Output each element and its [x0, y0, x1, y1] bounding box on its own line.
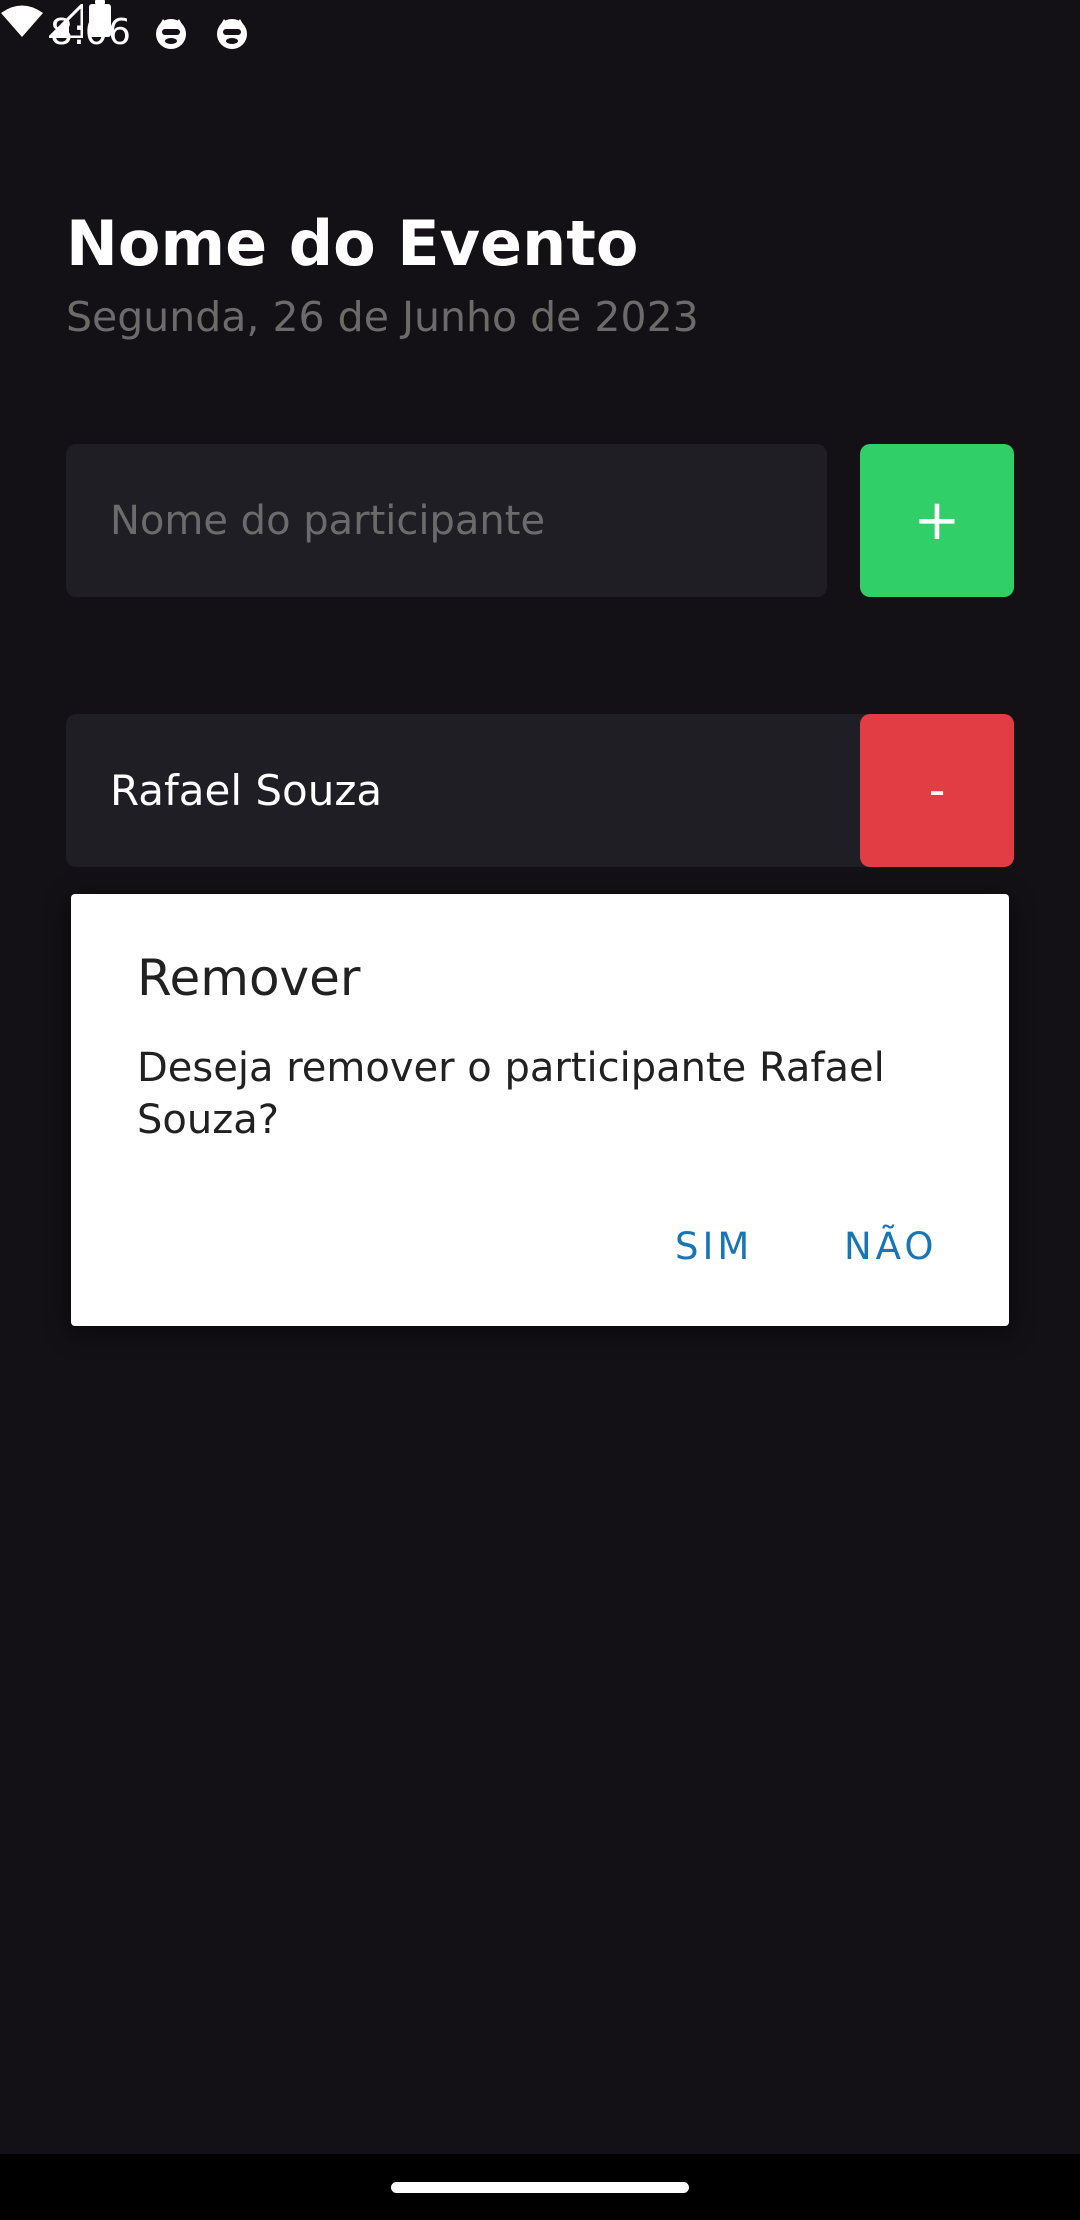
- status-time: 8:06: [50, 12, 131, 53]
- remove-participant-button[interactable]: -: [860, 714, 1014, 867]
- navigation-bar: [0, 2154, 1080, 2220]
- event-title: Nome do Evento: [66, 207, 639, 280]
- participant-list-item: Rafael Souza -: [66, 714, 1014, 867]
- remove-confirmation-dialog: Remover Deseja remover o participante Ra…: [71, 894, 1009, 1326]
- event-date: Segunda, 26 de Junho de 2023: [66, 293, 699, 341]
- cat-face-icon: [154, 16, 188, 50]
- add-participant-button[interactable]: +: [860, 444, 1014, 597]
- status-bar: 8:06: [0, 0, 1080, 66]
- dialog-title: Remover: [137, 949, 361, 1007]
- dialog-confirm-button[interactable]: SIM: [675, 1216, 753, 1278]
- dialog-message: Deseja remover o participante Rafael Sou…: [137, 1045, 885, 1143]
- home-indicator[interactable]: [391, 2182, 689, 2193]
- wifi-icon: [1, 5, 43, 37]
- cat-face-icon: [215, 16, 249, 50]
- participant-name: Rafael Souza: [110, 766, 383, 815]
- participant-name-input[interactable]: [66, 444, 827, 597]
- dialog-cancel-button[interactable]: NÃO: [844, 1216, 937, 1278]
